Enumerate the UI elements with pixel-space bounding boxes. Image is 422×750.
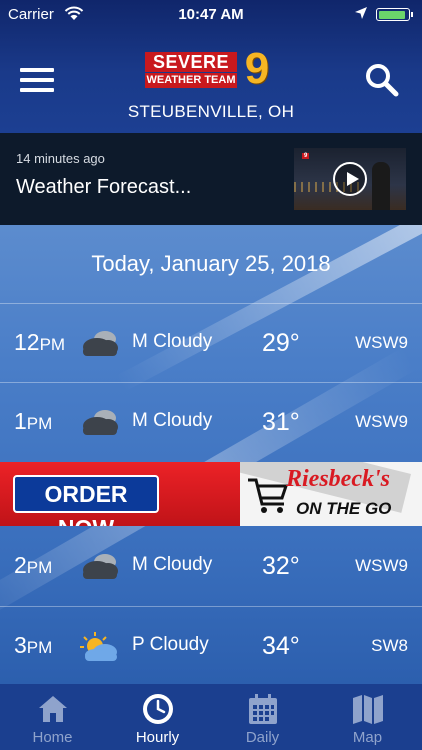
tab-hourly[interactable]: Hourly	[105, 684, 210, 750]
hourly-row: 12PM M Cloudy 29° WSW9	[0, 303, 422, 382]
tab-map[interactable]: Map	[315, 684, 420, 750]
home-icon	[39, 696, 67, 722]
advertisement-banner[interactable]: ORDER NOW Riesbeck's ON THE GO	[0, 462, 422, 526]
condition-text: P Cloudy	[132, 634, 209, 655]
wind: WSW9	[355, 412, 408, 431]
logo-weather-team-text: WEATHER TEAM	[145, 73, 237, 88]
hourly-forecast: Today, January 25, 2018 12PM M Cloudy 29…	[0, 225, 422, 684]
city-name: STEUBENVILLE, OH	[127, 102, 295, 121]
logo-severe-text: SEVERE	[145, 52, 237, 72]
tab-daily[interactable]: Daily	[210, 684, 315, 750]
calendar-icon	[249, 694, 277, 724]
thumbnail-station-tag: 9	[302, 153, 310, 159]
tab-map-label: Map	[352, 729, 383, 746]
battery-icon	[376, 8, 413, 21]
partly-cloudy-icon	[80, 632, 117, 661]
ad-tagline: ON THE GO	[296, 499, 392, 518]
forecast-date: Today, January 25, 2018	[91, 251, 331, 276]
hour-label: 12PM	[14, 329, 66, 355]
tab-daily-label: Daily	[245, 729, 280, 746]
wind: SW8	[371, 636, 408, 655]
mostly-cloudy-icon	[83, 554, 118, 579]
app-header: Carrier 10:47 AM SEVERE WEATHER TEAM 9 S…	[0, 0, 422, 133]
video-thumbnail[interactable]: 9	[294, 148, 406, 210]
mostly-cloudy-icon	[83, 410, 118, 435]
ad-order-now-button[interactable]: ORDER NOW	[13, 475, 159, 526]
map-icon	[353, 695, 383, 724]
station-logo: SEVERE WEATHER TEAM 9	[145, 46, 277, 92]
temperature: 31°	[262, 408, 300, 436]
clock-icon	[143, 694, 173, 724]
temperature: 34°	[262, 632, 300, 660]
logo-channel-number: 9	[244, 44, 270, 93]
video-forecast-banner[interactable]: 14 minutes ago Weather Forecast... 9	[0, 133, 422, 225]
video-time-ago: 14 minutes ago	[16, 151, 105, 166]
location-arrow-icon	[355, 7, 367, 19]
condition-text: M Cloudy	[132, 554, 213, 575]
mostly-cloudy-icon	[83, 331, 118, 356]
temperature: 32°	[262, 552, 300, 580]
tab-home[interactable]: Home	[0, 684, 105, 750]
tab-home-label: Home	[32, 729, 73, 746]
play-icon[interactable]	[333, 162, 367, 196]
wind: WSW9	[355, 556, 408, 575]
status-bar: Carrier 10:47 AM	[0, 0, 422, 30]
condition-text: M Cloudy	[132, 331, 213, 352]
tab-hourly-label: Hourly	[135, 729, 180, 746]
hour-label: 1PM	[14, 408, 53, 434]
search-icon[interactable]	[364, 62, 400, 98]
hour-label: 3PM	[14, 632, 53, 658]
temperature: 29°	[262, 329, 300, 357]
hourly-row: 1PM M Cloudy 31° WSW9	[0, 382, 422, 461]
wind: WSW9	[355, 333, 408, 352]
condition-text: M Cloudy	[132, 410, 213, 431]
hourly-row: 3PM P Cloudy 34° SW8	[0, 606, 422, 684]
hamburger-menu-icon[interactable]	[20, 68, 54, 92]
tab-bar: Home Hourly Daily Map	[0, 684, 422, 750]
video-title: Weather Forecast...	[16, 176, 192, 198]
shopping-cart-icon	[248, 478, 289, 513]
hourly-row: 2PM M Cloudy 32° WSW9	[0, 527, 422, 605]
hour-label: 2PM	[14, 552, 53, 578]
ad-brand: Riesbeck's	[286, 466, 390, 492]
